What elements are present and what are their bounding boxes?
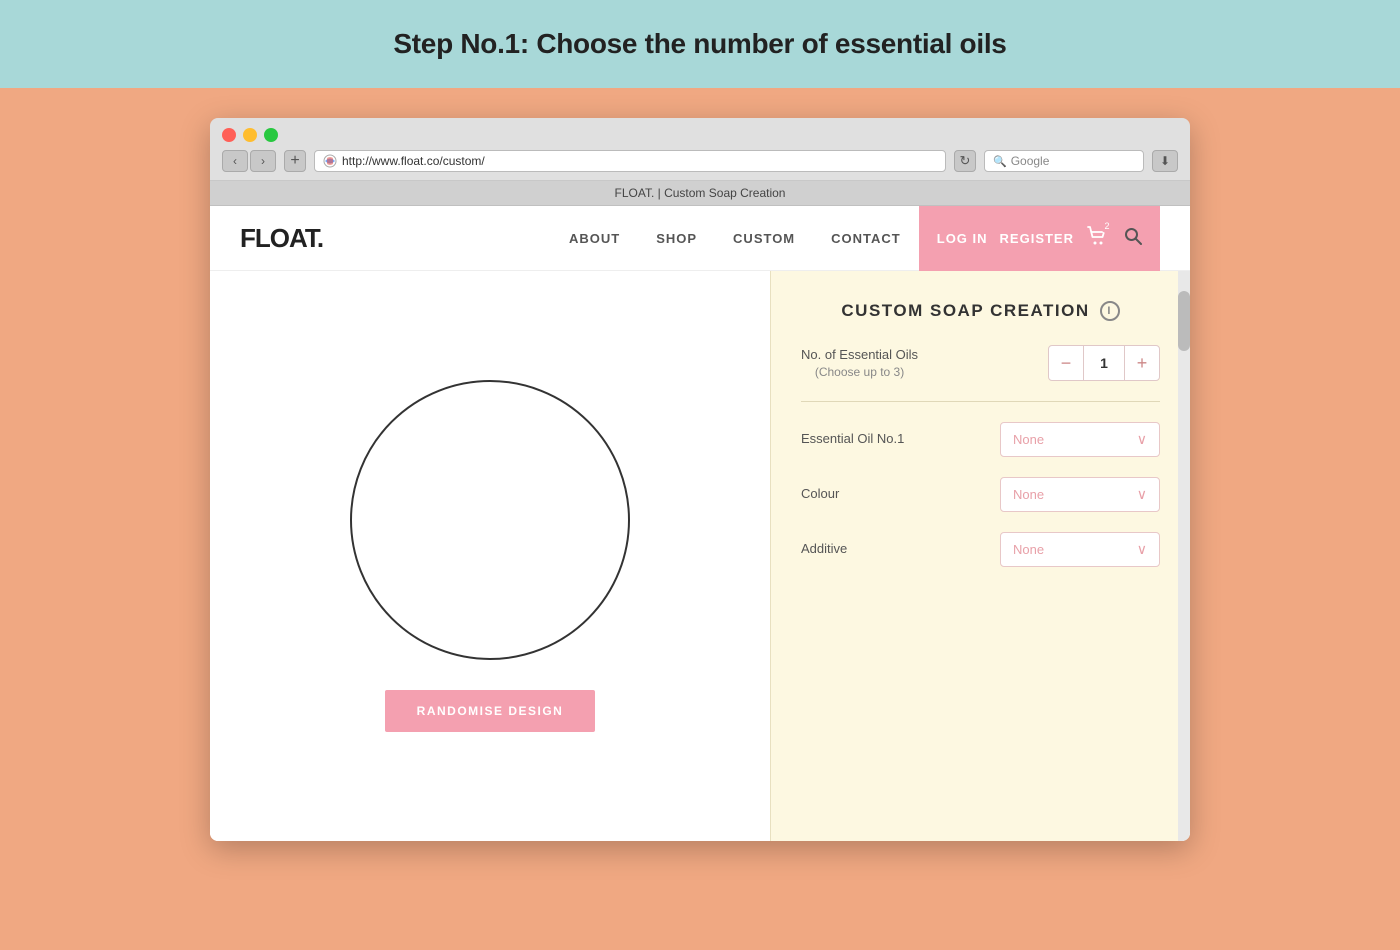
scrollbar-thumb[interactable] xyxy=(1178,291,1190,351)
browser-toolbar: ‹ › + http://www.float.co/custom/ ↻ 🔍 Go… xyxy=(222,150,1178,172)
additive-row: Additive None ∨ xyxy=(801,532,1160,567)
site-logo[interactable]: FLOAT. xyxy=(240,223,323,254)
cart-icon[interactable]: 2 xyxy=(1086,225,1108,252)
site-nav: FLOAT. ABOUT SHOP CUSTOM CONTACT LOG IN … xyxy=(210,206,1190,271)
controls-panel: CUSTOM SOAP CREATION i No. of Essential … xyxy=(770,271,1190,841)
close-button[interactable] xyxy=(222,128,236,142)
essential-oils-stepper: − 1 + xyxy=(1048,345,1160,381)
register-button[interactable]: REGISTER xyxy=(1000,231,1074,246)
oil1-chevron-down-icon: ∨ xyxy=(1137,431,1147,448)
additive-value: None xyxy=(1013,542,1044,557)
divider-1 xyxy=(801,401,1160,402)
nav-cta: LOG IN REGISTER 2 xyxy=(919,206,1160,271)
soap-preview-panel: RANDOMISE DESIGN xyxy=(210,271,770,841)
essential-oils-row: No. of Essential Oils (Choose up to 3) −… xyxy=(801,345,1160,381)
additive-dropdown[interactable]: None ∨ xyxy=(1000,532,1160,567)
instruction-title: Step No.1: Choose the number of essentia… xyxy=(20,28,1380,60)
randomise-button[interactable]: RANDOMISE DESIGN xyxy=(385,690,596,732)
forward-button[interactable]: › xyxy=(250,150,276,172)
main-content: RANDOMISE DESIGN CUSTOM SOAP CREATION i … xyxy=(210,271,1190,841)
minimize-button[interactable] xyxy=(243,128,257,142)
nav-shop[interactable]: SHOP xyxy=(638,231,715,246)
colour-dropdown[interactable]: None ∨ xyxy=(1000,477,1160,512)
nav-about[interactable]: ABOUT xyxy=(551,231,638,246)
login-button[interactable]: LOG IN xyxy=(937,231,988,246)
browser-chrome: ‹ › + http://www.float.co/custom/ ↻ 🔍 Go… xyxy=(210,118,1190,181)
oil1-row: Essential Oil No.1 None ∨ xyxy=(801,422,1160,457)
search-placeholder: Google xyxy=(1011,154,1050,168)
colour-value: None xyxy=(1013,487,1044,502)
oil1-label: Essential Oil No.1 xyxy=(801,430,904,448)
refresh-button[interactable]: ↻ xyxy=(954,150,976,172)
oil1-value: None xyxy=(1013,432,1044,447)
scrollbar[interactable] xyxy=(1178,271,1190,841)
panel-title: CUSTOM SOAP CREATION i xyxy=(801,301,1160,321)
search-bar[interactable]: 🔍 Google xyxy=(984,150,1144,172)
stepper-value: 1 xyxy=(1084,345,1124,381)
maximize-button[interactable] xyxy=(264,128,278,142)
colour-label: Colour xyxy=(801,485,839,503)
increment-button[interactable]: + xyxy=(1124,345,1160,381)
info-icon[interactable]: i xyxy=(1100,301,1120,321)
website-content: FLOAT. ABOUT SHOP CUSTOM CONTACT LOG IN … xyxy=(210,206,1190,841)
nav-links: ABOUT SHOP CUSTOM CONTACT xyxy=(551,231,919,246)
nav-buttons: ‹ › xyxy=(222,150,276,172)
nav-search-icon[interactable] xyxy=(1124,227,1142,250)
browser-window: ‹ › + http://www.float.co/custom/ ↻ 🔍 Go… xyxy=(210,118,1190,841)
cart-badge: 2 xyxy=(1100,219,1114,233)
colour-chevron-down-icon: ∨ xyxy=(1137,486,1147,503)
soap-circle xyxy=(350,380,630,660)
favicon-icon xyxy=(323,154,337,168)
search-icon: 🔍 xyxy=(993,155,1007,168)
decrement-button[interactable]: − xyxy=(1048,345,1084,381)
instruction-bar: Step No.1: Choose the number of essentia… xyxy=(0,0,1400,88)
colour-row: Colour None ∨ xyxy=(801,477,1160,512)
download-button[interactable]: ⬇ xyxy=(1152,150,1178,172)
back-button[interactable]: ‹ xyxy=(222,150,248,172)
additive-chevron-down-icon: ∨ xyxy=(1137,541,1147,558)
additive-label: Additive xyxy=(801,540,847,558)
url-bar[interactable]: http://www.float.co/custom/ xyxy=(314,150,946,172)
url-text: http://www.float.co/custom/ xyxy=(342,154,485,168)
essential-oils-label: No. of Essential Oils (Choose up to 3) xyxy=(801,346,918,381)
nav-custom[interactable]: CUSTOM xyxy=(715,231,813,246)
traffic-lights xyxy=(222,128,1178,142)
oil1-dropdown[interactable]: None ∨ xyxy=(1000,422,1160,457)
browser-tab-title: FLOAT. | Custom Soap Creation xyxy=(210,181,1190,206)
nav-contact[interactable]: CONTACT xyxy=(813,231,919,246)
add-tab-button[interactable]: + xyxy=(284,150,306,172)
